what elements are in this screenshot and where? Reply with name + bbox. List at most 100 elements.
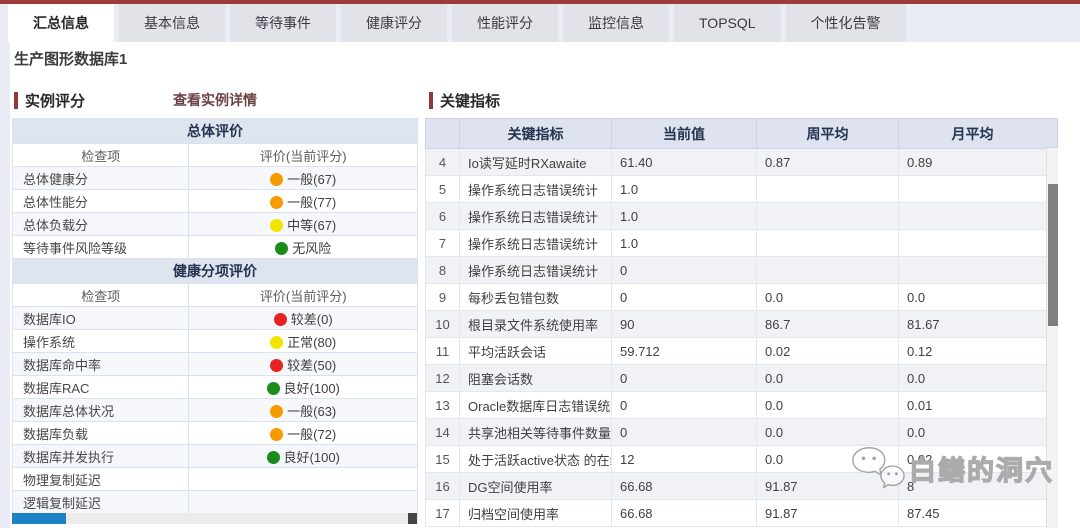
- instance-score-title: 实例评分: [25, 90, 85, 111]
- table-row: 数据库命中率较差(50): [13, 353, 418, 376]
- tab-topsql[interactable]: TOPSQL: [674, 4, 781, 42]
- column-header-0[interactable]: 关键指标: [460, 119, 612, 149]
- column-header-value: 评价(当前评分): [189, 144, 418, 167]
- current-value-cell: 90: [612, 311, 757, 338]
- indicator-name-cell: 操作系统日志错误统计: [460, 176, 612, 203]
- group-header-row: 健康分项评价: [13, 259, 418, 284]
- indicator-name-cell: 共享池相关等待事件数量: [460, 419, 612, 446]
- column-header-2[interactable]: 周平均: [757, 119, 899, 149]
- week-average-cell: 0.0: [757, 365, 899, 392]
- orange-status-dot-icon: [270, 428, 283, 441]
- header-extension: [1046, 118, 1058, 148]
- tab-health-score[interactable]: 健康评分: [341, 4, 447, 42]
- score-value-cell: 较差(50): [189, 353, 418, 376]
- tab-custom-alerts[interactable]: 个性化告警: [786, 4, 906, 42]
- tab-bar: 汇总信息基本信息等待事件健康评分性能评分监控信息TOPSQL个性化告警: [0, 4, 1080, 42]
- check-item-cell: 总体健康分: [13, 167, 189, 190]
- tab-summary-info[interactable]: 汇总信息: [8, 4, 114, 42]
- month-average-cell: 0.12: [899, 338, 1047, 365]
- horizontal-scrollbar-end: [408, 513, 417, 524]
- table-row: 9每秒丢包错包数00.00.0: [426, 284, 1047, 311]
- row-number-cell: 13: [426, 392, 460, 419]
- table-row: 操作系统正常(80): [13, 330, 418, 353]
- indicator-name-cell: Oracle数据库日志错误统计: [460, 392, 612, 419]
- left-margin-strip: [0, 4, 10, 528]
- tab-basic-info[interactable]: 基本信息: [119, 4, 225, 42]
- column-header-1[interactable]: 当前值: [612, 119, 757, 149]
- row-number-cell: 10: [426, 311, 460, 338]
- week-average-cell: 0.02: [757, 338, 899, 365]
- key-indicators-title: 关键指标: [440, 90, 500, 111]
- key-indicators-header: 关键指标: [429, 90, 500, 110]
- instance-score-table-body: 总体评价检查项评价(当前评分)总体健康分一般(67)总体性能分一般(77)总体负…: [13, 119, 418, 514]
- indicator-name-cell: 操作系统日志错误统计: [460, 230, 612, 257]
- horizontal-scrollbar[interactable]: [12, 513, 418, 524]
- tab-wait-events[interactable]: 等待事件: [230, 4, 336, 42]
- current-value-cell: 0: [612, 257, 757, 284]
- group-header-row: 总体评价: [13, 119, 418, 144]
- indicator-name-cell: DG空间使用率: [460, 473, 612, 500]
- current-value-cell: 66.68: [612, 473, 757, 500]
- table-row: 数据库并发执行良好(100): [13, 445, 418, 468]
- view-instance-details-link[interactable]: 查看实例详情: [173, 90, 257, 110]
- score-value-cell: 一般(67): [189, 167, 418, 190]
- indicator-name-cell: 阻塞会话数: [460, 365, 612, 392]
- horizontal-scrollbar-thumb[interactable]: [12, 513, 66, 524]
- current-value-cell: 0: [612, 284, 757, 311]
- indicator-name-cell: 处于活跃active状态 的在线日...: [460, 446, 612, 473]
- table-row: 5操作系统日志错误统计1.0: [426, 176, 1047, 203]
- column-header-3[interactable]: 月平均: [899, 119, 1047, 149]
- week-average-cell: 0.0: [757, 419, 899, 446]
- column-header-num[interactable]: [426, 119, 460, 149]
- month-average-cell: 0.01: [899, 392, 1047, 419]
- row-number-cell: 14: [426, 419, 460, 446]
- table-row: 逻辑复制延迟: [13, 491, 418, 514]
- tab-performance-score[interactable]: 性能评分: [452, 4, 558, 42]
- orange-status-dot-icon: [270, 173, 283, 186]
- month-average-cell: 8: [899, 473, 1047, 500]
- week-average-cell: [757, 203, 899, 230]
- score-value-cell: 一般(77): [189, 190, 418, 213]
- tab-monitor-info[interactable]: 监控信息: [563, 4, 669, 42]
- row-number-cell: 7: [426, 230, 460, 257]
- indicator-name-cell: 操作系统日志错误统计: [460, 203, 612, 230]
- score-value-cell: 正常(80): [189, 330, 418, 353]
- score-value-cell: 较差(0): [189, 307, 418, 330]
- check-item-cell: 数据库总体状况: [13, 399, 189, 422]
- table-row: 12阻塞会话数00.00.0: [426, 365, 1047, 392]
- row-number-cell: 9: [426, 284, 460, 311]
- row-number-cell: 12: [426, 365, 460, 392]
- column-header-row: 检查项评价(当前评分): [13, 284, 418, 307]
- week-average-cell: 0.0: [757, 284, 899, 311]
- week-average-cell: [757, 257, 899, 284]
- row-number-cell: 15: [426, 446, 460, 473]
- indicator-name-cell: 根目录文件系统使用率: [460, 311, 612, 338]
- red-status-dot-icon: [274, 313, 287, 326]
- table-row: 总体性能分一般(77): [13, 190, 418, 213]
- month-average-cell: [899, 230, 1047, 257]
- table-row: 4Io读写延时RXawaite61.400.870.89: [426, 149, 1047, 176]
- key-indicators-table: 关键指标当前值周平均月平均 4Io读写延时RXawaite61.400.870.…: [425, 118, 1047, 527]
- green-status-dot-icon: [267, 382, 280, 395]
- week-average-cell: 86.7: [757, 311, 899, 338]
- check-item-cell: 数据库命中率: [13, 353, 189, 376]
- orange-status-dot-icon: [270, 196, 283, 209]
- check-item-cell: 操作系统: [13, 330, 189, 353]
- table-row: 14共享池相关等待事件数量00.00.0: [426, 419, 1047, 446]
- yellow-status-dot-icon: [270, 219, 283, 232]
- red-status-dot-icon: [270, 359, 283, 372]
- vertical-scrollbar-thumb[interactable]: [1048, 184, 1058, 326]
- month-average-cell: [899, 257, 1047, 284]
- row-number-cell: 5: [426, 176, 460, 203]
- vertical-scrollbar[interactable]: [1046, 148, 1058, 528]
- column-header-value: 评价(当前评分): [189, 284, 418, 307]
- table-row: 数据库RAC良好(100): [13, 376, 418, 399]
- key-indicators-table-body: 4Io读写延时RXawaite61.400.870.895操作系统日志错误统计1…: [426, 149, 1047, 527]
- current-value-cell: 12: [612, 446, 757, 473]
- score-value-cell: 良好(100): [189, 445, 418, 468]
- group-header-cell: 健康分项评价: [13, 259, 418, 284]
- current-value-cell: 0: [612, 365, 757, 392]
- score-value-cell: 良好(100): [189, 376, 418, 399]
- current-value-cell: 1.0: [612, 176, 757, 203]
- current-value-cell: 0: [612, 392, 757, 419]
